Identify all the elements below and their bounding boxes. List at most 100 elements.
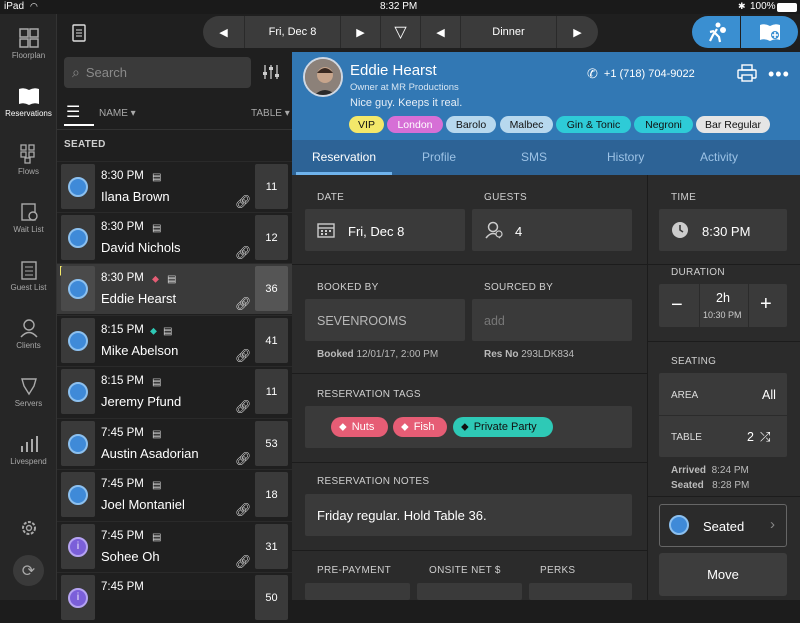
chip-negroni[interactable]: Negroni (634, 116, 693, 133)
reservation-tags-label: RESERVATION TAGS (317, 389, 421, 400)
rail-servers[interactable]: Servers (0, 376, 57, 408)
filter-button[interactable]: ▽ (381, 16, 421, 48)
list-item[interactable]: 8:15 PM Mike Abelson ⬥ ▤ 🔗︎ 41 (57, 315, 292, 366)
onsite-net-label: ONSITE NET $ (429, 565, 501, 576)
clock-icon (671, 221, 689, 244)
status-cell[interactable] (61, 421, 95, 466)
divider (647, 341, 800, 342)
chip-malbec[interactable]: Malbec (500, 116, 553, 133)
rail-clients[interactable]: Clients (0, 318, 57, 350)
guest-name[interactable]: Eddie Hearst (350, 62, 437, 79)
res-no-value: 293LDK834 (521, 349, 575, 360)
more-icon: ••• (768, 64, 790, 84)
status-cell[interactable] (61, 266, 95, 311)
table-number: 11 (255, 369, 288, 414)
next-date-button[interactable]: ▶ (341, 16, 381, 48)
note-icon: ▤ (167, 274, 177, 285)
chip-gin-tonic[interactable]: Gin & Tonic (556, 116, 631, 133)
booked-time: 12/01/17, 2:00 PM (356, 349, 439, 360)
avatar[interactable] (303, 57, 343, 97)
link-icon: 🔗︎ (235, 554, 252, 569)
list-item[interactable]: i 7:45 PM Sohee Oh ▤ 🔗︎ 31 (57, 521, 292, 572)
rail-floorplan[interactable]: Floorplan (0, 28, 57, 60)
tab-history[interactable]: History (607, 150, 644, 164)
prepayment-field[interactable] (305, 583, 410, 600)
perks-field[interactable] (529, 583, 632, 600)
notes-button[interactable] (72, 24, 86, 47)
table-number: 36 (255, 266, 288, 311)
status-cell[interactable]: i (61, 575, 95, 620)
status-cell[interactable] (61, 215, 95, 260)
prev-date-button[interactable]: ◀ (203, 16, 245, 48)
tag-icon: ⬥ (150, 326, 157, 337)
list-item[interactable]: 8:15 PM Jeremy Pfund ▤ 🔗︎ 11 (57, 366, 292, 417)
next-shift-button[interactable]: ▶ (557, 16, 598, 48)
notes-value: Friday regular. Hold Table 36. (317, 508, 487, 523)
rail-flows[interactable]: Flows (0, 144, 57, 176)
duration-increase-button[interactable]: + (760, 293, 772, 316)
phone-link[interactable]: ✆ +1 (718) 704-9022 (587, 66, 695, 82)
chip-barolo[interactable]: Barolo (446, 116, 496, 133)
filter-sliders-button[interactable] (262, 63, 280, 86)
chip-vip[interactable]: VIP (349, 116, 384, 133)
status-cell[interactable] (61, 318, 95, 363)
tag-nuts[interactable]: ⬥ Nuts (331, 417, 388, 437)
duration-decrease-button[interactable]: − (671, 294, 683, 317)
tab-reservation[interactable]: Reservation (312, 150, 376, 164)
status-cell[interactable]: i (61, 524, 95, 569)
chip-bar-regular[interactable]: Bar Regular (696, 116, 770, 133)
guests-value: 4 (515, 224, 523, 239)
list-item[interactable]: 7:45 PM Joel Montaniel ▤ 🔗︎ 18 (57, 469, 292, 520)
guest-name: Sohee Oh (101, 549, 160, 564)
tab-activity[interactable]: Activity (700, 150, 738, 164)
flows-icon (19, 144, 35, 164)
rail-reservations[interactable]: Reservations (0, 86, 57, 118)
list-item[interactable]: i 7:45 PM 50 (57, 572, 292, 623)
name-column-header[interactable]: NAME ▾ (99, 108, 136, 119)
list-item[interactable]: 8:30 PM Ilana Brown ▤ 🔗︎ 11 (57, 161, 292, 212)
move-button[interactable]: Move (659, 553, 787, 596)
list-item[interactable]: 8:30 PM David Nichols ▤ 🔗︎ 12 (57, 212, 292, 263)
list-item[interactable]: 7:45 PM Austin Asadorian ▤ 🔗︎ 53 (57, 418, 292, 469)
note-icon: ▤ (152, 429, 162, 440)
table-column-header[interactable]: TABLE ▾ (251, 108, 290, 119)
rail-waitlist[interactable]: Wait List (0, 202, 57, 234)
date-picker[interactable]: Fri, Dec 8 (245, 16, 341, 48)
sort-menu-button[interactable]: ☰ (66, 102, 88, 122)
tab-profile[interactable]: Profile (422, 150, 456, 164)
settings-button[interactable] (0, 519, 57, 540)
status-cell[interactable] (61, 164, 95, 209)
device-label: iPad (4, 1, 25, 12)
shift-picker[interactable]: Dinner (461, 16, 557, 48)
rail-livespend[interactable]: Livespend (0, 434, 57, 466)
chip-label: London (397, 118, 433, 131)
sync-button[interactable]: ⟳ (13, 555, 44, 586)
chip-london[interactable]: London (387, 116, 443, 133)
move-label: Move (707, 567, 739, 582)
divider (292, 462, 647, 463)
add-reservation-button[interactable] (741, 16, 798, 48)
guest-name: Mike Abelson (101, 343, 179, 358)
search-input[interactable]: ⌕ Search (64, 57, 251, 88)
reservation-time: 7:45 PM (101, 427, 144, 439)
tab-sms[interactable]: SMS (521, 150, 547, 164)
prev-shift-button[interactable]: ◀ (421, 16, 461, 48)
minus-icon: − (671, 294, 683, 316)
link-icon: 🔗︎ (235, 399, 252, 414)
print-button[interactable] (737, 64, 757, 87)
guest-name: Joel Montaniel (101, 497, 185, 512)
walk-in-button[interactable] (692, 16, 740, 48)
tag-private-party[interactable]: ⬥ Private Party (453, 417, 553, 437)
onsite-net-field[interactable] (417, 583, 522, 600)
rail-guestlist[interactable]: Guest List (0, 260, 57, 292)
status-cell[interactable] (61, 369, 95, 414)
status-cell[interactable] (61, 472, 95, 517)
time-value: 8:30 PM (702, 224, 751, 239)
status-button[interactable]: Seated › (659, 504, 787, 547)
prepayment-label: PRE-PAYMENT (317, 565, 392, 576)
chip-label: Bar Regular (704, 118, 762, 131)
tag-fish[interactable]: ⬥ Fish (393, 417, 447, 437)
name-header-label: NAME (99, 108, 128, 119)
list-item[interactable]: 8:30 PM Eddie Hearst ⬥ ▤ 🔗︎ 36 (57, 263, 292, 314)
more-button[interactable]: ••• (768, 64, 790, 85)
